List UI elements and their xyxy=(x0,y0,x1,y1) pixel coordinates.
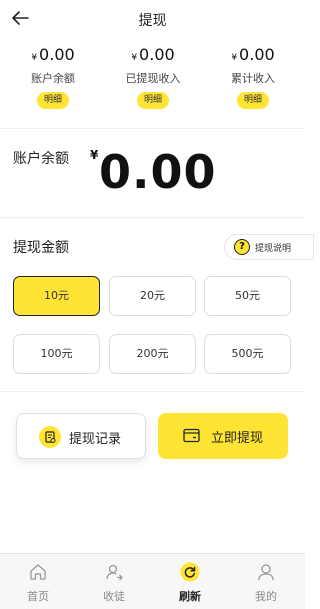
withdraw-records-label: 提现记录 xyxy=(69,432,122,447)
detail-button[interactable]: 明细 xyxy=(37,92,69,109)
amount-option-200[interactable]: 200元 xyxy=(109,334,196,374)
divider xyxy=(0,128,305,129)
stat-label: 已提现收入 xyxy=(125,72,181,85)
earnings-summary: ¥0.00 账户余额 明细 ¥0.00 已提现收入 明细 ¥0.00 累计收入 … xyxy=(0,44,305,116)
tab-label: 收徒 xyxy=(103,590,125,603)
stat-label: 账户余额 xyxy=(31,72,75,85)
profile-icon xyxy=(258,564,274,581)
amount-option-10[interactable]: 10元 xyxy=(13,276,100,316)
amount-option-500[interactable]: 500元 xyxy=(204,334,291,374)
withdraw-now-button[interactable]: 立即提现 xyxy=(158,413,288,459)
refresh-icon xyxy=(180,562,200,582)
header-bar: 提现 xyxy=(0,0,305,38)
withdraw-help-label: 提现说明 xyxy=(255,244,292,254)
detail-button[interactable]: 明细 xyxy=(237,92,269,109)
balance-currency: ¥ xyxy=(90,148,99,162)
withdraw-help-button[interactable]: ? 提现说明 xyxy=(224,234,314,260)
withdraw-now-label: 立即提现 xyxy=(211,431,264,446)
divider xyxy=(0,217,305,218)
tab-label: 首页 xyxy=(27,590,49,603)
records-icon xyxy=(39,426,61,448)
stat-total-income: ¥0.00 累计收入 明细 xyxy=(202,44,304,109)
question-icon: ? xyxy=(234,239,250,255)
stat-account-balance: ¥0.00 账户余额 明细 xyxy=(2,44,104,109)
stat-amount: ¥0.00 xyxy=(131,45,175,64)
amount-option-50[interactable]: 50元 xyxy=(204,276,291,316)
tab-profile[interactable]: 我的 xyxy=(228,554,304,609)
amount-option-20[interactable]: 20元 xyxy=(109,276,196,316)
detail-button[interactable]: 明细 xyxy=(137,92,169,109)
bottom-tab-bar: 首页 收徒 刷新 我的 xyxy=(0,553,305,609)
tab-refresh[interactable]: 刷新 xyxy=(152,554,228,609)
tab-label: 刷新 xyxy=(179,590,201,603)
balance-label: 账户余额 xyxy=(13,151,69,167)
page-title: 提现 xyxy=(138,13,167,29)
stat-amount: ¥0.00 xyxy=(231,45,275,64)
tab-label: 我的 xyxy=(255,590,277,603)
amount-option-100[interactable]: 100元 xyxy=(13,334,100,374)
tab-recruit[interactable]: 收徒 xyxy=(76,554,152,609)
stat-label: 累计收入 xyxy=(231,72,275,85)
divider xyxy=(0,391,305,392)
withdraw-records-button[interactable]: 提现记录 xyxy=(16,413,146,459)
home-icon xyxy=(30,564,46,580)
stat-amount: ¥0.00 xyxy=(31,45,75,64)
wallet-icon xyxy=(183,428,200,443)
withdraw-amount-title: 提现金额 xyxy=(13,240,69,256)
tab-home[interactable]: 首页 xyxy=(0,554,76,609)
recruit-icon xyxy=(106,564,123,581)
stat-withdrawn-income: ¥0.00 已提现收入 明细 xyxy=(102,44,204,109)
balance-value: 0.00 xyxy=(99,145,217,199)
